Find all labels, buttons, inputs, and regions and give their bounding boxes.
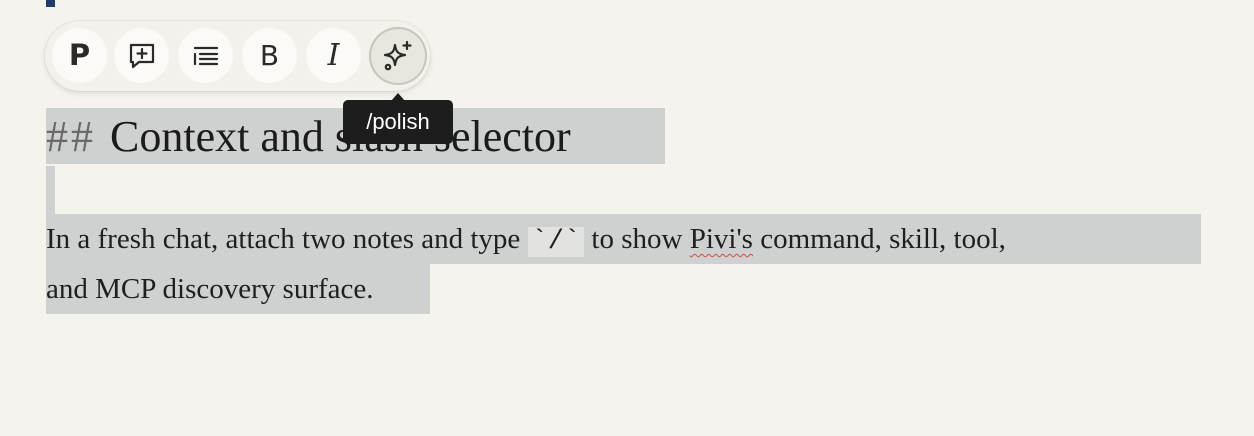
italic-icon: I <box>327 37 340 73</box>
text-cursor-marker <box>46 0 55 7</box>
add-comment-button[interactable] <box>114 28 169 83</box>
body-paragraph[interactable]: In a fresh chat, attach two notes and ty… <box>46 214 1206 314</box>
section-heading[interactable]: ## Context and slash selector <box>46 108 571 164</box>
paragraph-text: command, skill, tool, <box>752 223 1006 255</box>
paragraph-text: to show <box>584 223 690 255</box>
paragraph-text: In a fresh chat, attach two notes and ty… <box>46 223 528 255</box>
sparkles-icon <box>383 40 412 71</box>
selection-empty-line <box>46 166 55 214</box>
polish-tooltip: /polish <box>343 93 453 144</box>
misspelled-word[interactable]: Pivi's <box>690 223 753 255</box>
heading-text: Context and slash selector <box>110 111 571 161</box>
heading-markdown-marker: ## <box>46 111 96 161</box>
italic-button[interactable]: I <box>306 28 361 83</box>
paragraph-line-1: In a fresh chat, attach two notes and ty… <box>46 214 1206 264</box>
paragraph-p-icon: P <box>68 38 91 72</box>
bold-button[interactable]: B <box>242 28 297 83</box>
add-comment-icon <box>129 43 154 68</box>
floating-format-toolbar: P B I <box>45 21 430 91</box>
inline-code: `/` <box>527 227 585 257</box>
polish-button[interactable] <box>369 27 427 85</box>
bold-icon: B <box>259 38 280 72</box>
list-button[interactable] <box>178 28 233 83</box>
paragraph-button[interactable]: P <box>52 28 107 83</box>
list-icon <box>193 46 218 65</box>
paragraph-line-2: and MCP discovery surface. <box>46 273 374 305</box>
